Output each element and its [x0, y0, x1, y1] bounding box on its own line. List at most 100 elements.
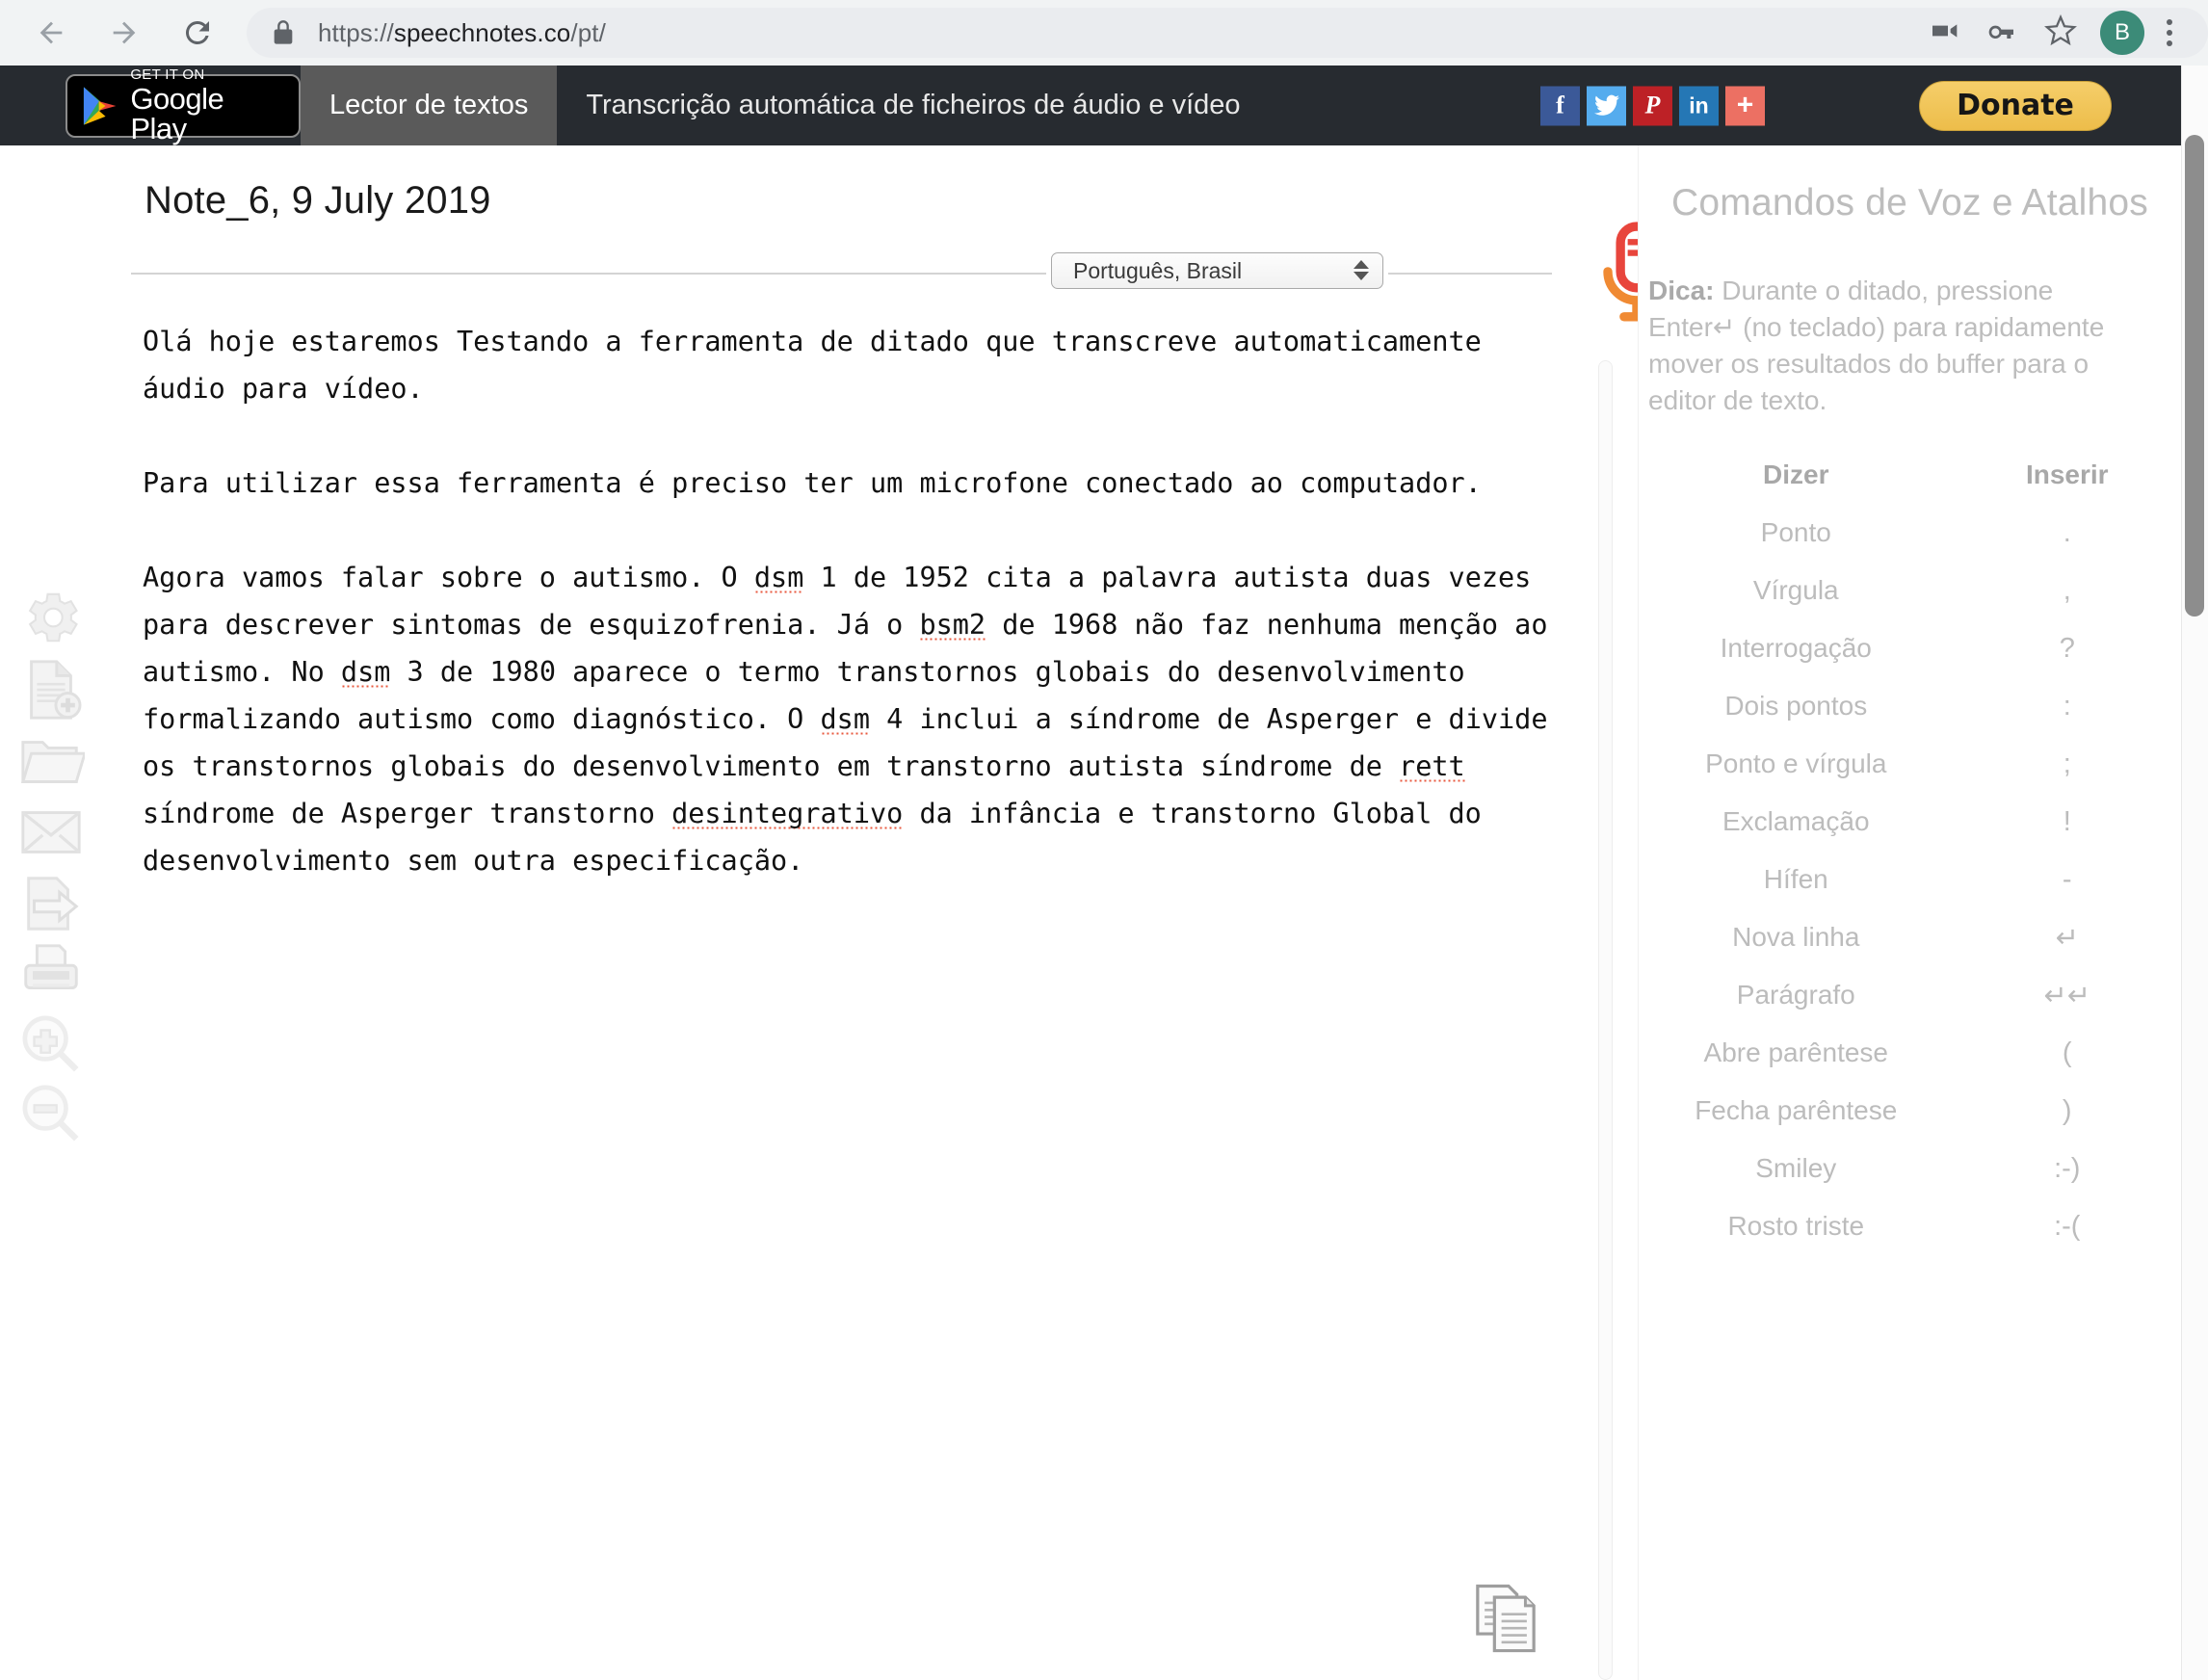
- command-insert: ↵: [2055, 922, 2079, 954]
- command-insert: :-): [2054, 1152, 2081, 1184]
- email-icon[interactable]: [17, 799, 85, 866]
- page-title[interactable]: Note_6, 9 July 2019: [145, 179, 491, 223]
- commands-header-row: Dizer Inserir: [1639, 459, 2181, 504]
- command-row: Ponto e vírgula;: [1639, 735, 2181, 793]
- linkedin-icon[interactable]: in: [1679, 86, 1719, 125]
- command-row: Nova linha ↵: [1639, 908, 2181, 966]
- column-header-say: Dizer: [1763, 459, 1829, 489]
- social-share-buttons: f P in +: [1540, 86, 1765, 125]
- google-play-small: GET IT ON: [130, 66, 205, 83]
- command-say: Nova linha: [1732, 922, 1860, 952]
- command-insert: ↵↵: [2043, 980, 2091, 1011]
- url-scheme: https://: [318, 17, 394, 47]
- command-say: Ponto e vírgula: [1705, 748, 1887, 778]
- lock-icon: [270, 19, 297, 46]
- editor-scrollbar[interactable]: [1598, 360, 1613, 1680]
- command-insert: -: [2062, 863, 2072, 895]
- command-row: Ponto.: [1639, 504, 2181, 562]
- command-row: Smiley :-): [1639, 1140, 2181, 1197]
- star-icon[interactable]: [2044, 13, 2077, 52]
- command-say: Ponto: [1760, 517, 1831, 547]
- forward-button[interactable]: [94, 3, 154, 63]
- settings-gear-icon[interactable]: [17, 584, 85, 651]
- tool-rail: [0, 145, 101, 1680]
- google-play-big: Google Play: [130, 82, 224, 145]
- tab-lector-de-textos[interactable]: Lector de textos: [301, 66, 558, 145]
- command-insert: ;: [2063, 748, 2071, 779]
- command-say: Vírgula: [1752, 575, 1839, 605]
- zoom-in-icon[interactable]: [17, 1011, 85, 1078]
- navigation-buttons: [0, 3, 227, 63]
- reload-button[interactable]: [168, 3, 227, 63]
- page-scrollbar-track[interactable]: [2181, 66, 2208, 1680]
- note-paragraph: Olá hoje estaremos Testando a ferramenta…: [143, 318, 1568, 412]
- command-say: Fecha parêntese: [1695, 1095, 1898, 1125]
- toolbar-language-row: Português, Brasil: [131, 222, 1715, 322]
- donate-button[interactable]: Donate: [1919, 80, 2112, 131]
- panel-tip-text: Durante o ditado, pressione Enter↵ (no t…: [1648, 276, 2105, 415]
- spellcheck-word: dsm: [820, 703, 870, 735]
- command-insert: .: [2063, 516, 2071, 548]
- site-navigation-bar: GET IT ON Google Play Lector de textos T…: [0, 66, 2181, 145]
- command-say: Parágrafo: [1736, 980, 1855, 1010]
- command-row: Rosto triste :-(: [1639, 1197, 2181, 1255]
- note-editor[interactable]: Olá hoje estaremos Testando a ferramenta…: [143, 318, 1568, 884]
- address-bar[interactable]: https://speechnotes.co/pt/: [247, 8, 2208, 58]
- panel-tip-label: Dica:: [1648, 276, 1715, 305]
- print-icon[interactable]: [17, 940, 85, 1008]
- open-folder-icon[interactable]: [17, 728, 87, 796]
- command-row: Dois pontos:: [1639, 677, 2181, 735]
- export-icon[interactable]: [17, 870, 85, 937]
- spellcheck-word: dsm: [340, 656, 391, 688]
- arrow-right-icon: [113, 21, 136, 44]
- avatar[interactable]: B: [2100, 11, 2144, 55]
- divider-left: [131, 273, 1046, 275]
- command-row: Abre parêntese (: [1639, 1024, 2181, 1082]
- note-paragraph: Agora vamos falar sobre o autismo. O dsm…: [143, 554, 1568, 884]
- browser-toolbar: https://speechnotes.co/pt/ B: [0, 0, 2208, 66]
- tab-transcricao-automatica[interactable]: Transcrição automática de ficheiros de á…: [557, 66, 1269, 145]
- google-play-icon: [83, 86, 117, 125]
- reload-icon: [185, 20, 209, 44]
- commands-table: Dizer Inserir Ponto. Vírgula, Interrogação…: [1639, 459, 2181, 1255]
- zoom-out-icon[interactable]: [17, 1080, 85, 1147]
- language-select[interactable]: Português, Brasil: [1051, 252, 1383, 289]
- url-text: https://speechnotes.co/pt/: [318, 18, 606, 48]
- facebook-icon[interactable]: f: [1540, 86, 1580, 125]
- command-insert: :-(: [2054, 1210, 2081, 1242]
- command-say: Rosto triste: [1727, 1211, 1865, 1241]
- back-button[interactable]: [21, 3, 81, 63]
- page-scrollbar-thumb[interactable]: [2185, 135, 2204, 617]
- command-insert: ,: [2063, 574, 2071, 606]
- copy-to-clipboard-icon[interactable]: [1472, 1580, 1539, 1657]
- note-text: Agora vamos falar sobre o autismo. O: [143, 562, 754, 593]
- command-say: Hífen: [1763, 864, 1828, 894]
- omnibox-actions: [1929, 8, 2077, 58]
- key-icon[interactable]: [1986, 15, 2017, 51]
- url-path: /pt/: [570, 17, 606, 47]
- command-row: Exclamação!: [1639, 793, 2181, 851]
- arrow-left-icon: [39, 21, 63, 44]
- chevron-updown-icon: [1354, 260, 1369, 280]
- kebab-menu-icon[interactable]: [2148, 10, 2191, 56]
- spellcheck-word: rett: [1399, 750, 1465, 782]
- command-insert: ?: [2059, 632, 2075, 664]
- note-paragraph: Para utilizar essa ferramenta é preciso …: [143, 459, 1568, 507]
- pinterest-icon[interactable]: P: [1633, 86, 1672, 125]
- share-more-icon[interactable]: +: [1725, 86, 1765, 125]
- twitter-icon[interactable]: [1587, 86, 1626, 125]
- spellcheck-word: desintegrativo: [671, 798, 904, 829]
- browser-profile-area: B: [2100, 0, 2208, 66]
- new-note-icon[interactable]: [17, 656, 85, 723]
- command-say: Smiley: [1755, 1153, 1837, 1183]
- videocamera-icon[interactable]: [1929, 15, 1959, 51]
- google-play-badge[interactable]: GET IT ON Google Play: [66, 67, 301, 144]
- command-row: Interrogação?: [1639, 619, 2181, 677]
- command-say: Exclamação: [1722, 806, 1870, 836]
- divider-mid: [1388, 273, 1552, 275]
- panel-title: Comandos de Voz e Atalhos: [1671, 182, 2148, 223]
- command-insert: :: [2063, 690, 2071, 722]
- command-say: Dois pontos: [1724, 691, 1868, 721]
